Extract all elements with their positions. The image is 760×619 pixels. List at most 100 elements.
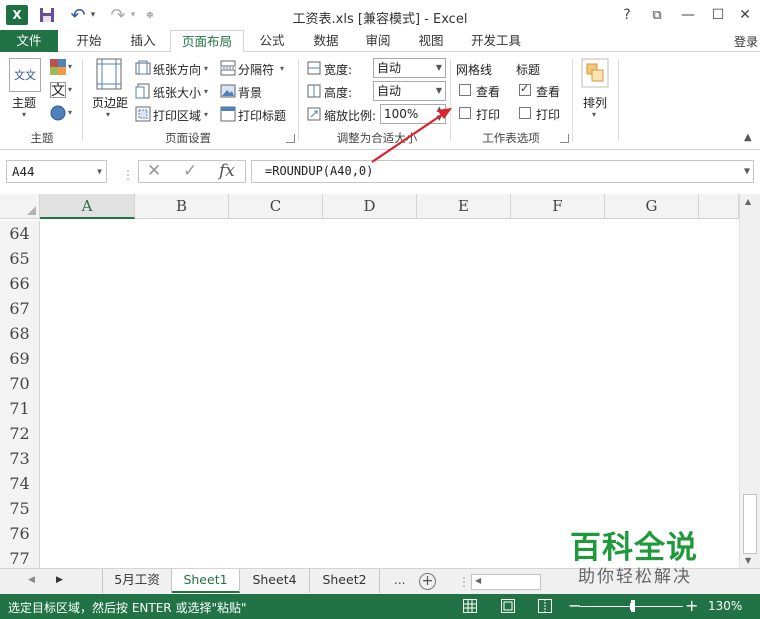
orientation-icon[interactable] [135,60,151,76]
tab-formulas[interactable]: 公式 [248,30,296,52]
column-header-partial[interactable] [699,194,739,219]
zoom-level[interactable]: 130% [708,599,742,613]
print-area-icon[interactable] [135,106,151,122]
row-header[interactable]: 68 [0,321,40,346]
sheet-tab-sheet1[interactable]: Sheet1 [172,569,240,593]
tab-view[interactable]: 视图 [407,30,455,52]
orientation-button[interactable]: 纸张方向 [153,61,201,78]
row-header[interactable]: 71 [0,396,40,421]
select-all-button[interactable] [0,194,40,219]
login-link[interactable]: 登录 [734,33,758,50]
horizontal-scrollbar[interactable]: ◀ [471,574,541,590]
themes-button[interactable]: 主题 [12,94,36,111]
effects-dropdown-icon[interactable]: ▾ [68,108,72,117]
page-layout-view-icon[interactable] [501,599,515,613]
gridlines-view-checkbox[interactable] [459,84,471,96]
gridlines-print-checkbox[interactable] [459,107,471,119]
size-dropdown-icon[interactable]: ▾ [204,87,208,96]
row-header[interactable]: 70 [0,371,40,396]
row-header[interactable]: 76 [0,521,40,546]
scroll-up-icon[interactable]: ▲ [745,197,751,206]
breaks-dropdown-icon[interactable]: ▾ [280,64,284,73]
margins-dropdown-icon[interactable]: ▾ [106,110,110,119]
scale-spinner[interactable]: 100% ▲ ▼ [380,104,446,124]
help-button[interactable]: ? [614,4,640,26]
column-header-d[interactable]: D [323,194,417,219]
height-select[interactable]: 自动 ▼ [373,81,446,101]
close-button[interactable]: ✕ [732,4,758,26]
prev-sheet-icon[interactable]: ◀ [28,575,35,585]
breaks-button[interactable]: 分隔符 [238,61,274,78]
column-header-a[interactable]: A [40,194,135,219]
row-header[interactable]: 74 [0,471,40,496]
row-header[interactable]: 73 [0,446,40,471]
minimize-button[interactable]: — [675,4,701,26]
breaks-icon[interactable] [220,60,236,76]
print-area-button[interactable]: 打印区域 [153,107,201,124]
sheet-options-launcher-icon[interactable] [560,134,569,143]
background-icon[interactable] [220,83,236,99]
themes-dropdown-icon[interactable]: ▾ [22,110,26,119]
margins-icon[interactable] [96,58,122,90]
maximize-button[interactable]: ☐ [705,4,731,26]
collapse-ribbon-icon[interactable]: ▲ [744,132,752,143]
row-header[interactable]: 65 [0,246,40,271]
next-sheet-icon[interactable]: ▶ [56,575,63,585]
background-button[interactable]: 背景 [238,84,262,101]
column-header-c[interactable]: C [229,194,323,219]
size-button[interactable]: 纸张大小 [153,84,201,101]
column-header-e[interactable]: E [417,194,511,219]
name-box[interactable]: A44 ▼ [6,160,107,183]
tab-data[interactable]: 数据 [302,30,350,52]
cancel-icon[interactable]: ✕ [147,161,161,182]
effects-icon[interactable] [50,105,66,121]
row-header[interactable]: 66 [0,271,40,296]
print-titles-button[interactable]: 打印标题 [238,107,286,124]
size-icon[interactable] [135,83,151,99]
page-break-view-icon[interactable] [538,599,552,613]
more-sheets-button[interactable]: ... [394,573,405,587]
add-sheet-icon[interactable]: + [419,573,436,590]
tab-split-grip-icon[interactable]: ⋮ [458,575,470,589]
zoom-slider-thumb[interactable] [631,600,635,612]
ribbon-display-button[interactable]: ⧉ [644,4,670,26]
column-header-g[interactable]: G [605,194,699,219]
tab-review[interactable]: 审阅 [354,30,402,52]
tab-developer[interactable]: 开发工具 [462,30,530,52]
fonts-dropdown-icon[interactable]: ▾ [68,85,72,94]
column-header-f[interactable]: F [511,194,605,219]
column-header-b[interactable]: B [135,194,229,219]
sheet-tab-sheet2[interactable]: Sheet2 [310,569,380,593]
theme-icon[interactable]: 文文 [9,58,41,92]
worksheet-grid[interactable]: A B C D E F G 64 65 66 67 68 69 70 71 72… [0,194,760,568]
tab-page-layout[interactable]: 页面布局 [170,30,244,53]
row-header[interactable]: 77 [0,546,40,568]
zoom-in-button[interactable]: + [685,596,698,615]
row-header[interactable]: 72 [0,421,40,446]
insert-function-icon[interactable]: fx [219,161,235,182]
fonts-icon[interactable]: 文 [50,82,66,99]
colors-icon[interactable] [50,59,66,75]
tab-home[interactable]: 开始 [64,30,114,52]
sheet-tab-may-salary[interactable]: 5月工资 [102,569,172,593]
headings-view-checkbox[interactable] [519,82,531,96]
arrange-button[interactable]: 排列 [583,94,607,111]
expand-formula-icon[interactable]: ▼ [744,161,750,182]
headings-print-checkbox[interactable] [519,107,531,119]
vertical-scroll-thumb[interactable] [743,494,757,554]
width-select[interactable]: 自动 ▼ [373,58,446,78]
sheet-tab-sheet4[interactable]: Sheet4 [240,569,310,593]
orientation-dropdown-icon[interactable]: ▾ [204,64,208,73]
row-header[interactable]: 75 [0,496,40,521]
row-header[interactable]: 69 [0,346,40,371]
vertical-scrollbar[interactable]: ▲ ▼ [739,194,760,568]
enter-icon[interactable]: ✓ [183,161,197,182]
print-titles-icon[interactable] [220,106,236,122]
margins-button[interactable]: 页边距 [92,94,128,111]
row-header[interactable]: 67 [0,296,40,321]
page-setup-launcher-icon[interactable] [286,134,295,143]
arrange-icon[interactable] [581,58,609,88]
normal-view-icon[interactable] [463,599,477,613]
print-area-dropdown-icon[interactable]: ▾ [204,110,208,119]
scroll-down-icon[interactable]: ▼ [745,556,751,565]
